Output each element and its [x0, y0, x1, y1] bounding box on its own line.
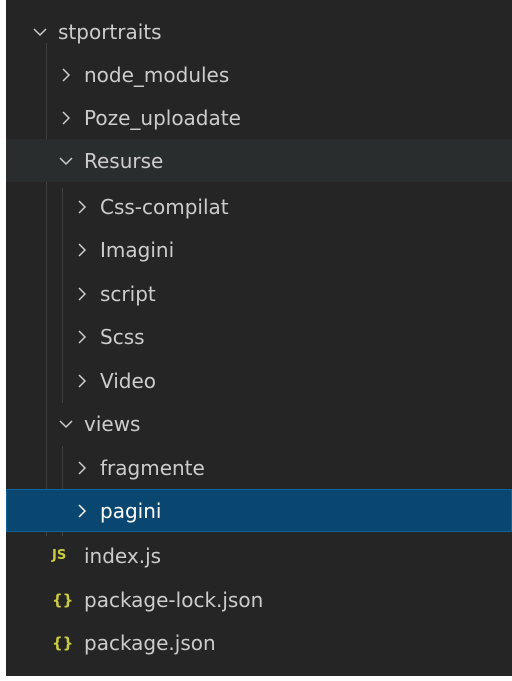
tree-item-label: Css-compilat	[100, 194, 229, 219]
json-file-icon: {}	[52, 590, 74, 609]
tree-folder-resurse[interactable]: Resurse	[6, 139, 512, 182]
chevron-down-icon	[56, 414, 76, 434]
tree-item-label: package-lock.json	[84, 587, 264, 612]
tree-file-package-json[interactable]: {} package.json	[6, 621, 512, 664]
tree-item-label: fragmente	[100, 455, 205, 480]
tree-item-label: Poze_uploadate	[84, 105, 241, 130]
json-file-icon: {}	[52, 633, 74, 652]
javascript-file-icon: JS	[52, 548, 67, 563]
chevron-right-icon	[72, 240, 92, 260]
chevron-right-icon	[72, 501, 92, 521]
tree-folder-scss[interactable]: Scss	[6, 315, 512, 358]
tree-file-index-js[interactable]: JS index.js	[6, 534, 512, 577]
tree-folder-node-modules[interactable]: node_modules	[6, 53, 512, 96]
file-explorer: stportraits node_modules Poze_uploadate …	[6, 0, 512, 676]
chevron-right-icon	[56, 108, 76, 128]
tree-item-label: views	[84, 411, 141, 436]
tree-folder-poze-uploadate[interactable]: Poze_uploadate	[6, 96, 512, 139]
chevron-right-icon	[72, 458, 92, 478]
chevron-down-icon	[56, 151, 76, 171]
tree-item-label: Scss	[100, 324, 145, 349]
chevron-down-icon	[30, 22, 50, 42]
chevron-right-icon	[56, 65, 76, 85]
tree-folder-script[interactable]: script	[6, 272, 512, 315]
tree-folder-fragmente[interactable]: fragmente	[6, 446, 512, 489]
tree-folder-css-compilat[interactable]: Css-compilat	[6, 185, 512, 228]
tree-item-label: package.json	[84, 630, 216, 655]
tree-item-label: Imagini	[100, 237, 175, 262]
chevron-right-icon	[72, 327, 92, 347]
tree-item-label: index.js	[84, 543, 162, 568]
chevron-right-icon	[72, 284, 92, 304]
tree-item-label: stportraits	[58, 19, 162, 44]
tree-item-label: Video	[100, 368, 157, 393]
tree-folder-stportraits[interactable]: stportraits	[6, 10, 512, 53]
tree-item-label: script	[100, 281, 156, 306]
tree-item-label: node_modules	[84, 62, 230, 87]
tree-folder-views[interactable]: views	[6, 402, 512, 445]
tree-folder-video[interactable]: Video	[6, 359, 512, 402]
tree-file-package-lock-json[interactable]: {} package-lock.json	[6, 578, 512, 621]
chevron-right-icon	[72, 197, 92, 217]
chevron-right-icon	[72, 371, 92, 391]
tree-item-label: pagini	[100, 498, 162, 523]
tree-folder-imagini[interactable]: Imagini	[6, 228, 512, 271]
tree-folder-pagini[interactable]: pagini	[6, 489, 512, 532]
tree-item-label: Resurse	[84, 148, 164, 173]
